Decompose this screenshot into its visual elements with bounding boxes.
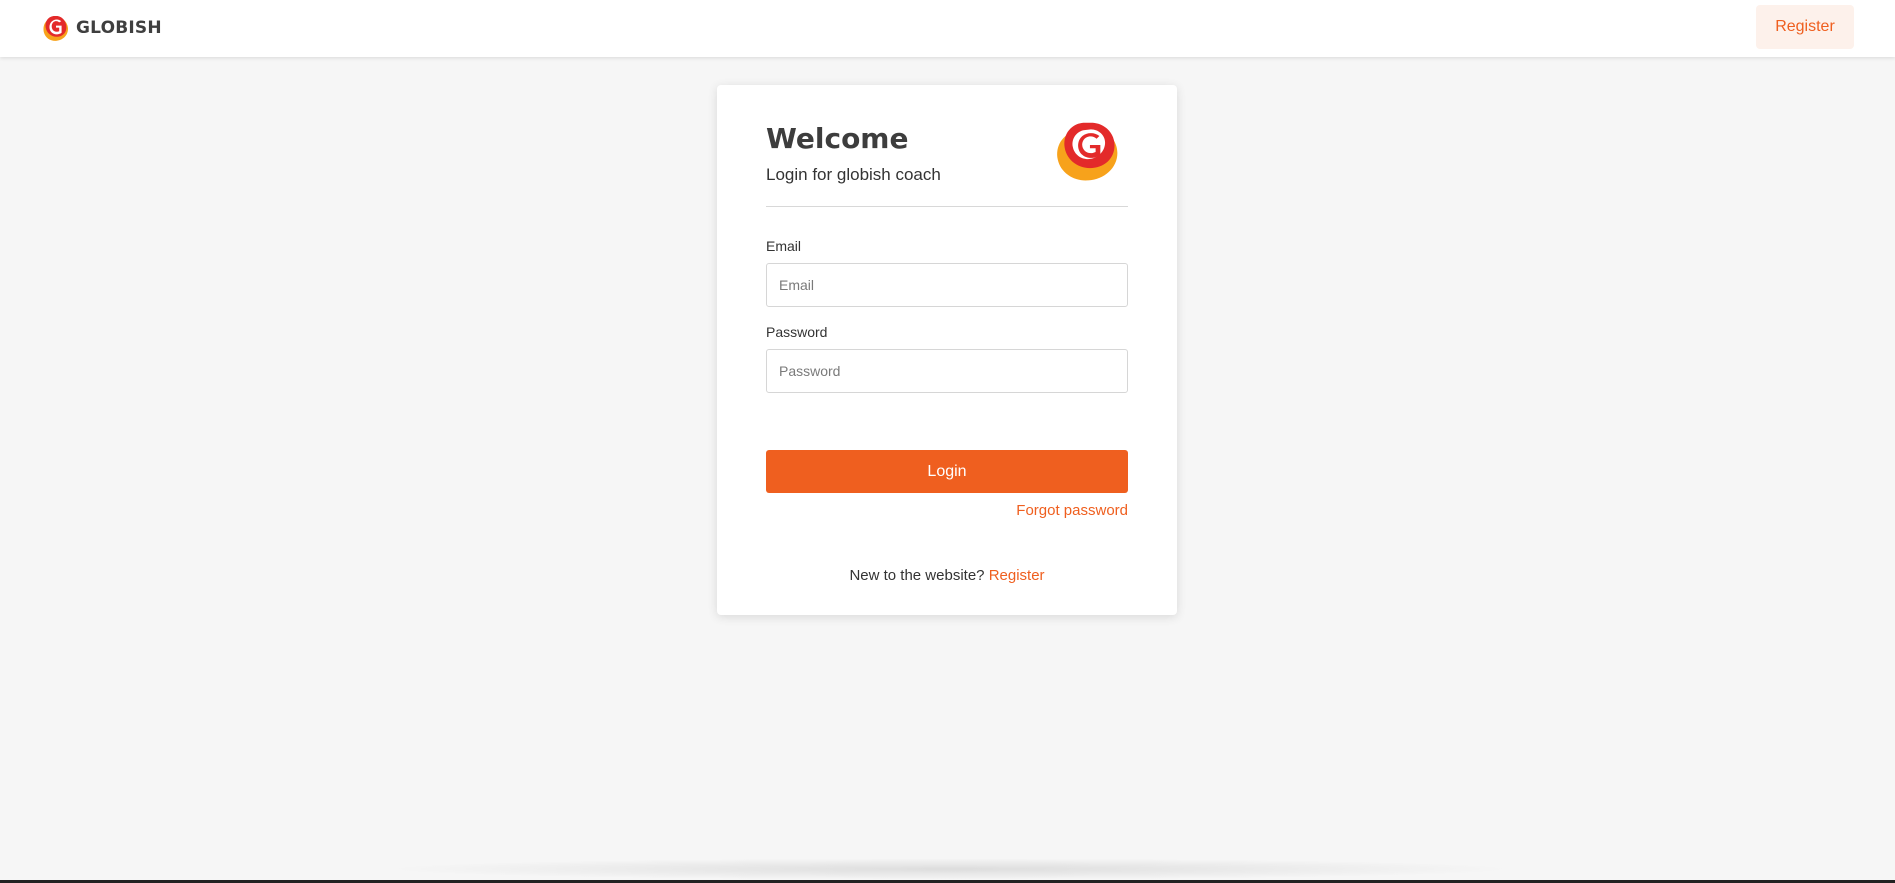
password-field[interactable]: [766, 349, 1128, 393]
forgot-password-link[interactable]: Forgot password: [1016, 502, 1128, 519]
login-card: Welcome Login for globish coach Email Pa…: [717, 85, 1177, 615]
globish-logo-icon: [1057, 122, 1118, 181]
bottom-shadow: [380, 858, 1520, 880]
brand-name: GLOBISH: [76, 18, 162, 38]
register-prompt-row: New to the website? Register: [717, 567, 1177, 584]
brand[interactable]: GLOBISH: [39, 12, 162, 44]
header-divider: [766, 206, 1128, 207]
email-field[interactable]: [766, 263, 1128, 307]
welcome-title: Welcome: [766, 122, 909, 155]
register-prompt-text: New to the website?: [849, 567, 985, 584]
password-label: Password: [766, 324, 828, 340]
login-button[interactable]: Login: [766, 450, 1128, 493]
globish-logo-icon: [43, 16, 68, 41]
register-link[interactable]: Register: [989, 567, 1045, 584]
register-button[interactable]: Register: [1756, 5, 1854, 49]
top-navbar: GLOBISH Register: [0, 0, 1895, 57]
email-label: Email: [766, 238, 802, 254]
login-subtitle: Login for globish coach: [766, 165, 941, 184]
